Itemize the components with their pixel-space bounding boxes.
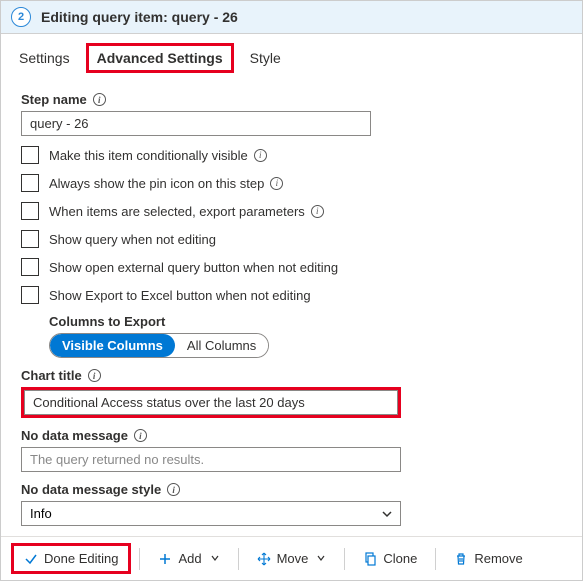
checkbox-show-query[interactable]: Show query when not editing [21, 230, 562, 248]
checkbox-show-excel[interactable]: Show Export to Excel button when not edi… [21, 286, 562, 304]
chevron-down-icon [316, 551, 326, 566]
plus-icon [158, 552, 172, 566]
separator [344, 548, 345, 570]
checkbox-box[interactable] [21, 202, 39, 220]
step-name-label: Step name [21, 92, 562, 107]
chart-title-input[interactable] [24, 390, 398, 415]
tab-style[interactable]: Style [250, 40, 281, 76]
no-data-style-select-wrap [21, 501, 401, 526]
panel-header: 2 Editing query item: query - 26 [1, 1, 582, 34]
pill-all-columns[interactable]: All Columns [175, 334, 268, 357]
checkmark-icon [24, 552, 38, 566]
info-icon[interactable] [311, 205, 324, 218]
checkbox-box[interactable] [21, 230, 39, 248]
form-body: Step name Make this item conditionally v… [1, 76, 582, 526]
checkbox-box[interactable] [21, 146, 39, 164]
checkbox-conditionally-visible[interactable]: Make this item conditionally visible [21, 146, 562, 164]
checkbox-always-pin[interactable]: Always show the pin icon on this step [21, 174, 562, 192]
chevron-down-icon [210, 551, 220, 566]
checkbox-box[interactable] [21, 174, 39, 192]
info-icon[interactable] [88, 369, 101, 382]
checkbox-show-external[interactable]: Show open external query button when not… [21, 258, 562, 276]
remove-button[interactable]: Remove [444, 546, 532, 571]
columns-export-toggle: Visible Columns All Columns [49, 333, 269, 358]
no-data-style-select[interactable] [21, 501, 401, 526]
info-icon[interactable] [270, 177, 283, 190]
tab-advanced-settings[interactable]: Advanced Settings [86, 43, 234, 73]
separator [238, 548, 239, 570]
panel-title: Editing query item: query - 26 [41, 9, 238, 25]
separator [139, 548, 140, 570]
bottom-toolbar: Done Editing Add Move Clone Remove [1, 536, 582, 580]
columns-to-export-section: Columns to Export Visible Columns All Co… [49, 314, 562, 358]
checkbox-export-params[interactable]: When items are selected, export paramete… [21, 202, 562, 220]
info-icon[interactable] [93, 93, 106, 106]
tab-settings[interactable]: Settings [19, 40, 70, 76]
add-button[interactable]: Add [148, 546, 229, 571]
no-data-message-label: No data message [21, 428, 562, 443]
columns-to-export-label: Columns to Export [49, 314, 562, 329]
trash-icon [454, 552, 468, 566]
step-name-input[interactable] [21, 111, 371, 136]
copy-icon [363, 552, 377, 566]
no-data-style-label: No data message style [21, 482, 562, 497]
no-data-message-input[interactable] [21, 447, 401, 472]
move-button[interactable]: Move [247, 546, 337, 571]
chart-title-label: Chart title [21, 368, 562, 383]
done-editing-button[interactable]: Done Editing [11, 543, 131, 574]
move-icon [257, 552, 271, 566]
info-icon[interactable] [134, 429, 147, 442]
separator [435, 548, 436, 570]
info-icon[interactable] [167, 483, 180, 496]
checkbox-box[interactable] [21, 258, 39, 276]
checkbox-box[interactable] [21, 286, 39, 304]
tab-bar: Settings Advanced Settings Style [1, 40, 582, 76]
info-icon[interactable] [254, 149, 267, 162]
chart-title-highlight [21, 387, 401, 418]
pill-visible-columns[interactable]: Visible Columns [50, 334, 175, 357]
step-number-badge: 2 [11, 7, 31, 27]
clone-button[interactable]: Clone [353, 546, 427, 571]
